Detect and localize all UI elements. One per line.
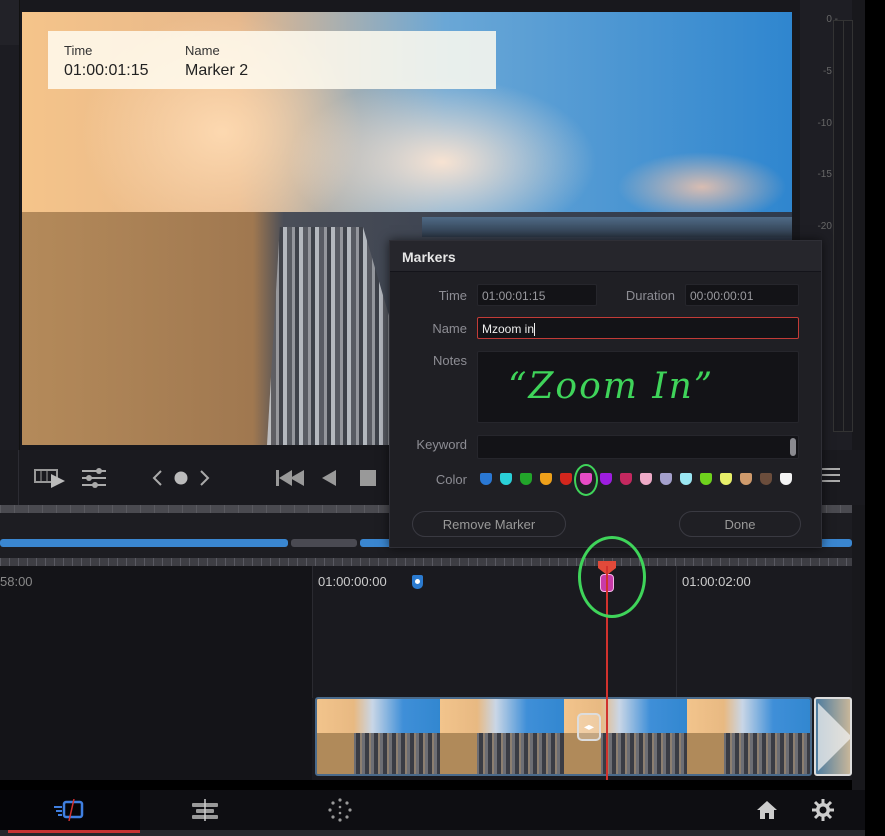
color-label: Color bbox=[435, 472, 467, 487]
home-icon[interactable] bbox=[752, 790, 782, 830]
color-swatch-lavender[interactable] bbox=[660, 473, 672, 485]
page-tab-bar bbox=[0, 790, 865, 830]
menu-icon[interactable] bbox=[822, 468, 840, 486]
duration-field[interactable]: 00:00:00:01 bbox=[685, 284, 799, 306]
keyword-label: Keyword bbox=[416, 437, 467, 452]
clip-thumbnail bbox=[686, 699, 810, 774]
color-swatch-mint[interactable] bbox=[720, 473, 732, 485]
name-label: Name bbox=[432, 321, 467, 336]
cut-page-icon[interactable] bbox=[0, 790, 140, 830]
time-field[interactable]: 01:00:01:15 bbox=[477, 284, 597, 306]
color-swatch-cocoa[interactable] bbox=[760, 473, 772, 485]
clip-thumbnail bbox=[440, 699, 564, 774]
color-swatch-lime[interactable] bbox=[700, 473, 712, 485]
overlay-time-value: 01:00:01:15 bbox=[64, 62, 149, 79]
bottom-strip bbox=[0, 830, 865, 836]
notes-field[interactable]: “Zoom In” bbox=[477, 351, 799, 423]
color-swatch-sky[interactable] bbox=[680, 473, 692, 485]
timecode-label: 01:00:00:00 bbox=[318, 574, 387, 589]
transition-handle-icon[interactable]: ◂▸ bbox=[577, 713, 601, 741]
add-marker-icon[interactable] bbox=[172, 450, 190, 505]
overlay-name-value: Marker 2 bbox=[185, 62, 249, 79]
overview-gap bbox=[291, 539, 357, 547]
color-swatch-cyan[interactable] bbox=[500, 473, 512, 485]
video-clip[interactable] bbox=[315, 697, 812, 776]
edit-page-icon[interactable] bbox=[180, 790, 230, 830]
dialog-title: Markers bbox=[390, 241, 821, 272]
clip-thumbnail bbox=[317, 699, 441, 774]
keyword-scrollbar[interactable] bbox=[790, 438, 796, 456]
color-swatch-fuchsia[interactable] bbox=[620, 473, 632, 485]
overlay-time-label: Time bbox=[64, 43, 93, 58]
color-swatch-purple[interactable] bbox=[600, 473, 612, 485]
notes-handwritten-annotation: “Zoom In” bbox=[508, 366, 715, 407]
stop-icon[interactable] bbox=[356, 450, 380, 505]
prev-marker-icon[interactable] bbox=[148, 450, 166, 505]
color-swatch-cream[interactable] bbox=[780, 473, 792, 485]
next-clip[interactable] bbox=[814, 697, 852, 776]
color-swatch-sand[interactable] bbox=[740, 473, 752, 485]
annotation-circle bbox=[578, 536, 646, 618]
meter-bars bbox=[833, 20, 853, 432]
timeline-ruler[interactable] bbox=[0, 558, 852, 566]
timeline-marker-blue[interactable] bbox=[412, 575, 423, 589]
timecode-label: 01:00:02:00 bbox=[682, 574, 751, 589]
overlay-name-label: Name bbox=[185, 43, 220, 58]
color-swatch-green[interactable] bbox=[520, 473, 532, 485]
color-swatches bbox=[480, 464, 792, 496]
notes-label: Notes bbox=[433, 353, 467, 368]
skip-to-start-icon[interactable] bbox=[272, 450, 308, 505]
time-label: Time bbox=[438, 288, 467, 303]
color-swatch-rose[interactable] bbox=[640, 473, 652, 485]
gear-icon[interactable] bbox=[808, 790, 838, 830]
sliders-icon[interactable] bbox=[78, 450, 110, 505]
overview-clip bbox=[0, 539, 288, 547]
clip-play-icon[interactable] bbox=[32, 450, 70, 505]
markers-dialog: Markers Time 01:00:01:15 Duration 00:00:… bbox=[389, 240, 822, 548]
remove-marker-button[interactable]: Remove Marker bbox=[412, 511, 566, 537]
name-field-value: Mzoom in bbox=[482, 322, 535, 336]
fusion-icon[interactable] bbox=[315, 790, 365, 830]
name-field[interactable]: Mzoom in bbox=[477, 317, 799, 339]
right-edge-panel bbox=[852, 0, 865, 836]
reverse-play-icon[interactable] bbox=[318, 450, 340, 505]
marker-info-overlay: Time 01:00:01:15 Name Marker 2 bbox=[48, 31, 496, 89]
duration-label: Duration bbox=[625, 288, 675, 303]
text-caret bbox=[534, 323, 536, 337]
color-swatch-pink[interactable] bbox=[574, 464, 598, 496]
next-marker-icon[interactable] bbox=[196, 450, 214, 505]
viewer-image-sea bbox=[422, 217, 792, 237]
color-swatch-red[interactable] bbox=[560, 473, 572, 485]
timecode-label: 58:00 bbox=[0, 574, 33, 589]
color-swatch-yellow[interactable] bbox=[540, 473, 552, 485]
left-panel bbox=[0, 0, 20, 500]
screen-edge bbox=[865, 0, 885, 836]
color-swatch-blue[interactable] bbox=[480, 473, 492, 485]
timeline[interactable]: 58:00 01:00:00:00 01:00:02:00 ◂▸ bbox=[0, 558, 852, 780]
done-button[interactable]: Done bbox=[679, 511, 801, 537]
keyword-field[interactable] bbox=[477, 435, 799, 459]
